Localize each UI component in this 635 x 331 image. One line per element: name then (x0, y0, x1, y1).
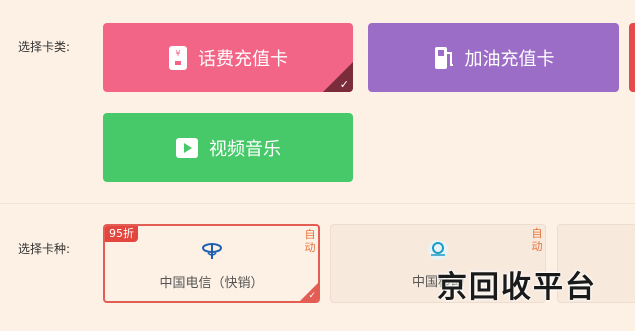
discount-badge: 95折 (105, 226, 138, 242)
phone-card-icon: ¥ (168, 45, 188, 71)
check-icon: ✓ (339, 78, 349, 91)
kind-china-telecom-card[interactable]: 95折 自动 中国电信（快销） ✓ (103, 224, 320, 303)
check-icon: ✓ (308, 291, 316, 301)
auto-tag: 自动 (531, 227, 543, 253)
category-video-music-button[interactable]: 视频音乐 (103, 113, 353, 182)
video-play-icon (175, 137, 199, 159)
category-phone-card-button[interactable]: ¥ 话费充值卡 ✓ (103, 23, 353, 92)
svg-text:¥: ¥ (175, 49, 180, 58)
select-card-category-label: 选择卡类: (18, 40, 71, 54)
watermark-text: 京回收平台 (437, 270, 597, 305)
section-divider (0, 203, 635, 204)
category-fuel-card-button[interactable]: 加油充值卡 (368, 23, 619, 92)
china-mobile-logo-icon (425, 237, 451, 263)
fuel-pump-icon (433, 45, 455, 71)
category-label: 视频音乐 (209, 138, 281, 160)
select-card-kind-label: 选择卡种: (18, 242, 71, 256)
auto-tag: 自动 (304, 228, 316, 254)
operator-name: 中国电信（快销） (159, 276, 264, 291)
category-label: 加油充值卡 (464, 48, 555, 70)
next-category-card-edge[interactable] (629, 23, 635, 92)
china-telecom-logo-icon (199, 238, 225, 264)
category-label: 话费充值卡 (198, 48, 288, 70)
